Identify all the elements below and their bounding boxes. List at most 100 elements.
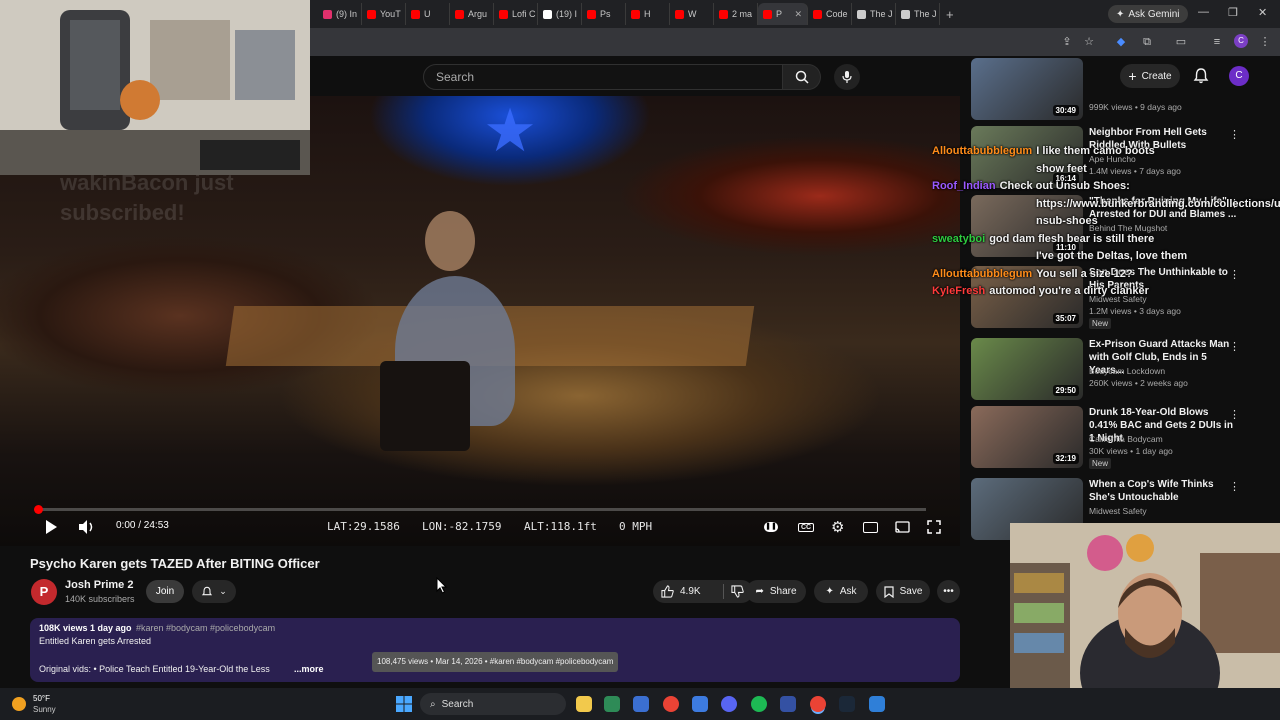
- chat-message: Roof_Indian Check out Unsub Shoes:: [932, 178, 1280, 196]
- minimize-icon[interactable]: —: [1198, 6, 1209, 18]
- search-button[interactable]: [783, 64, 821, 90]
- cast-button[interactable]: [895, 516, 910, 538]
- browser-tab[interactable]: P ✕: [758, 3, 808, 25]
- new-badge: New: [1089, 318, 1112, 329]
- more-actions-button[interactable]: •••: [937, 580, 960, 603]
- fullscreen-button[interactable]: [927, 516, 941, 538]
- video-subject-head: [425, 211, 475, 271]
- app-icon-11[interactable]: [869, 696, 885, 712]
- cast-icon: [895, 520, 910, 533]
- play-icon: [46, 520, 57, 534]
- browser-tab[interactable]: The J: [852, 3, 896, 25]
- channel-name[interactable]: California Bodycam: [1089, 434, 1163, 444]
- ask-button[interactable]: ✦ Ask: [814, 580, 868, 603]
- browser-tab[interactable]: Lofi C: [494, 3, 538, 25]
- share-button[interactable]: ➦ Share: [746, 580, 806, 603]
- browser-tab[interactable]: (19) I: [538, 3, 582, 25]
- channel-name[interactable]: Josh Prime 2: [65, 579, 133, 591]
- description-more-link[interactable]: ...more: [294, 664, 324, 674]
- recommended-video[interactable]: 29:50 Ex-Prison Guard Attacks Man with Go…: [971, 338, 1271, 400]
- tab-label: H: [644, 9, 651, 19]
- channel-name[interactable]: Bodycam Lockdown: [1089, 366, 1165, 376]
- tab-favicon-icon: [763, 9, 772, 19]
- browser-tab[interactable]: Ps: [582, 3, 626, 25]
- browser-tab[interactable]: (9) In: [318, 3, 362, 25]
- dislike-button[interactable]: [731, 585, 744, 598]
- browser-tab[interactable]: YouT: [362, 3, 406, 25]
- download-icon[interactable]: ≡: [1210, 35, 1224, 49]
- settings-button[interactable]: ⚙: [831, 516, 844, 538]
- browser-tab[interactable]: W: [670, 3, 714, 25]
- like-button[interactable]: 4.9K: [661, 585, 701, 598]
- ask-gemini-button[interactable]: ✦ Ask Gemini: [1108, 5, 1188, 23]
- chat-text: god dam flesh bear is still there: [989, 232, 1155, 245]
- time-display: 0:00 / 24:53: [116, 520, 169, 531]
- video-thumbnail[interactable]: 30:49: [971, 58, 1083, 120]
- steam-icon[interactable]: [839, 696, 855, 712]
- taskbar-search[interactable]: ⌕ Search: [420, 693, 566, 715]
- chrome-icon[interactable]: [663, 696, 679, 712]
- browser-tab[interactable]: Argu: [450, 3, 494, 25]
- miniplayer-button[interactable]: [863, 516, 878, 538]
- close-window-icon[interactable]: ✕: [1258, 6, 1267, 19]
- extensions-puzzle-icon[interactable]: ⧉: [1140, 35, 1154, 49]
- more-vertical-icon[interactable]: ⋮: [1229, 340, 1240, 353]
- tab-label: P: [776, 9, 783, 19]
- app-icon-2[interactable]: [604, 696, 620, 712]
- tab-label: Ps: [600, 9, 611, 19]
- tab-favicon-icon: [675, 9, 684, 19]
- app-icon-8[interactable]: [780, 696, 796, 712]
- browser-tab[interactable]: U: [406, 3, 450, 25]
- app-icon-3[interactable]: [633, 696, 649, 712]
- description-hashtags[interactable]: #karen #bodycam #policebodycam: [136, 623, 275, 633]
- video-title[interactable]: When a Cop's Wife Thinks She's Untouchab…: [1089, 478, 1239, 504]
- browser-tab[interactable]: Code: [808, 3, 852, 25]
- description-original-vids: Original vids: • Police Teach Entitled 1…: [39, 664, 270, 674]
- search-input[interactable]: Search: [423, 64, 783, 90]
- extension-icon[interactable]: ◆: [1114, 35, 1128, 49]
- install-app-icon[interactable]: ⇪: [1060, 35, 1074, 49]
- join-button[interactable]: Join: [146, 580, 184, 603]
- search-icon: [795, 70, 809, 84]
- close-tab-icon[interactable]: ✕: [794, 9, 802, 20]
- browser-tab[interactable]: 2 ma: [714, 3, 758, 25]
- app-icon-5[interactable]: [692, 696, 708, 712]
- save-button[interactable]: Save: [876, 580, 930, 603]
- spotify-icon[interactable]: [751, 696, 767, 712]
- discord-icon[interactable]: [721, 696, 737, 712]
- file-explorer-icon[interactable]: [576, 696, 592, 712]
- subscription-bell-button[interactable]: ⌄: [192, 580, 236, 603]
- browser-menu-icon[interactable]: ⋮: [1258, 35, 1272, 49]
- browser-profile-avatar[interactable]: C: [1234, 34, 1248, 48]
- play-button[interactable]: [44, 516, 58, 538]
- thumbs-up-icon: [661, 585, 674, 598]
- channel-avatar[interactable]: P: [31, 579, 57, 605]
- browser-tab[interactable]: H: [626, 3, 670, 25]
- bookmark-star-icon[interactable]: ☆: [1082, 35, 1096, 49]
- volume-button[interactable]: [78, 516, 96, 538]
- new-tab-button[interactable]: +: [946, 7, 954, 22]
- chrome-active-icon[interactable]: [810, 696, 826, 712]
- autoplay-toggle[interactable]: ❚❚: [764, 516, 778, 538]
- recommended-video[interactable]: 30:49 999K views • 9 days ago: [971, 58, 1271, 120]
- voice-search-button[interactable]: [834, 64, 860, 90]
- chat-message: https://www.bunkerbranding.com/collectio…: [932, 196, 1280, 214]
- windows-start-icon[interactable]: [396, 696, 412, 712]
- chat-text: https://www.bunkerbranding.com/collectio…: [1036, 197, 1280, 210]
- chat-text: automod you're a dirty clanker: [989, 285, 1149, 297]
- more-vertical-icon[interactable]: ⋮: [1229, 480, 1240, 493]
- more-vertical-icon[interactable]: ⋮: [1229, 408, 1240, 421]
- tab-favicon-icon: [499, 9, 508, 19]
- captions-button[interactable]: CC: [798, 516, 815, 538]
- more-vertical-icon[interactable]: ⋮: [1229, 128, 1240, 141]
- video-thumbnail[interactable]: 29:50: [971, 338, 1083, 400]
- video-thumbnail[interactable]: 32:19: [971, 406, 1083, 468]
- channel-name[interactable]: Midwest Safety: [1089, 506, 1147, 516]
- maximize-icon[interactable]: ❐: [1228, 6, 1238, 19]
- video-progress-bar[interactable]: [34, 505, 926, 514]
- side-panel-icon[interactable]: ▭: [1174, 35, 1188, 49]
- progress-scrubber[interactable]: [34, 505, 43, 514]
- browser-tab[interactable]: The J: [896, 3, 940, 25]
- weather-sun-icon[interactable]: [12, 697, 26, 711]
- recommended-video[interactable]: 32:19 Drunk 18-Year-Old Blows 0.41% BAC a…: [971, 406, 1271, 469]
